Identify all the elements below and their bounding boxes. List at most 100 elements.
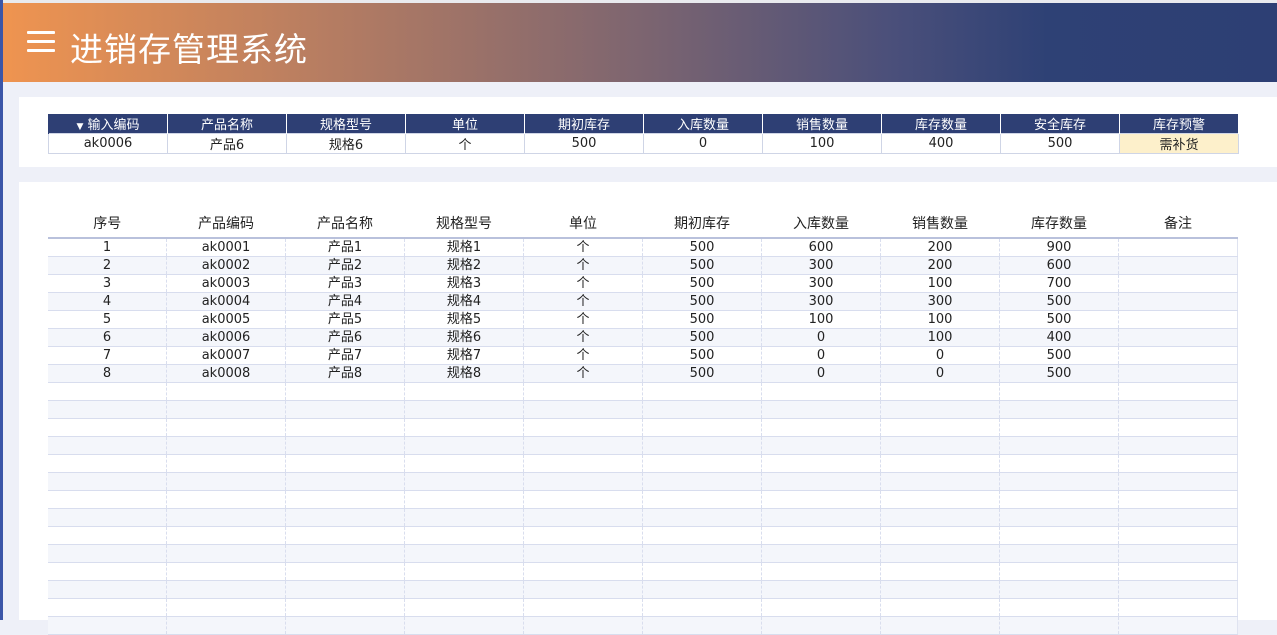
empty-cell[interactable] xyxy=(166,616,286,635)
empty-cell[interactable] xyxy=(166,562,286,581)
empty-cell[interactable] xyxy=(761,580,881,599)
table-cell[interactable]: 产品4 xyxy=(285,292,405,311)
empty-cell[interactable] xyxy=(642,382,762,401)
empty-cell[interactable] xyxy=(761,508,881,527)
table-cell[interactable]: 规格5 xyxy=(404,310,524,329)
empty-cell[interactable] xyxy=(285,472,405,491)
table-cell[interactable]: 100 xyxy=(880,328,1000,347)
empty-cell[interactable] xyxy=(999,418,1119,437)
empty-cell[interactable] xyxy=(642,616,762,635)
table-cell[interactable]: 600 xyxy=(999,256,1119,275)
empty-cell[interactable] xyxy=(880,490,1000,509)
empty-cell[interactable] xyxy=(404,436,524,455)
table-cell[interactable]: 500 xyxy=(642,328,762,347)
table-cell[interactable]: 200 xyxy=(880,238,1000,257)
empty-cell[interactable] xyxy=(48,598,167,617)
table-cell[interactable]: 8 xyxy=(48,364,167,383)
empty-cell[interactable] xyxy=(166,382,286,401)
table-cell[interactable]: ak0002 xyxy=(166,256,286,275)
empty-cell[interactable] xyxy=(1118,580,1238,599)
empty-cell[interactable] xyxy=(642,418,762,437)
table-cell[interactable] xyxy=(1118,292,1238,311)
table-cell[interactable] xyxy=(1118,238,1238,257)
empty-cell[interactable] xyxy=(1118,508,1238,527)
empty-cell[interactable] xyxy=(523,418,643,437)
empty-cell[interactable] xyxy=(999,562,1119,581)
table-cell[interactable]: 300 xyxy=(761,256,881,275)
empty-cell[interactable] xyxy=(642,472,762,491)
table-cell[interactable]: 100 xyxy=(880,274,1000,293)
empty-cell[interactable] xyxy=(999,526,1119,545)
empty-cell[interactable] xyxy=(999,580,1119,599)
table-cell[interactable]: 0 xyxy=(880,346,1000,365)
empty-cell[interactable] xyxy=(761,490,881,509)
table-cell[interactable]: 500 xyxy=(642,274,762,293)
table-cell[interactable]: 规格1 xyxy=(404,238,524,257)
empty-cell[interactable] xyxy=(166,526,286,545)
empty-cell[interactable] xyxy=(48,508,167,527)
empty-cell[interactable] xyxy=(285,382,405,401)
empty-cell[interactable] xyxy=(523,616,643,635)
empty-cell[interactable] xyxy=(642,598,762,617)
empty-cell[interactable] xyxy=(1118,454,1238,473)
table-cell[interactable]: 700 xyxy=(999,274,1119,293)
empty-cell[interactable] xyxy=(642,454,762,473)
empty-cell[interactable] xyxy=(404,400,524,419)
dropdown-arrow-icon[interactable]: ▼ xyxy=(77,122,84,132)
empty-cell[interactable] xyxy=(404,616,524,635)
table-cell[interactable]: 规格8 xyxy=(404,364,524,383)
empty-cell[interactable] xyxy=(404,490,524,509)
empty-cell[interactable] xyxy=(285,580,405,599)
empty-cell[interactable] xyxy=(285,400,405,419)
empty-cell[interactable] xyxy=(285,526,405,545)
empty-cell[interactable] xyxy=(642,400,762,419)
table-cell[interactable]: 500 xyxy=(642,346,762,365)
table-cell[interactable]: 100 xyxy=(761,310,881,329)
empty-cell[interactable] xyxy=(166,508,286,527)
table-cell[interactable]: 3 xyxy=(48,274,167,293)
empty-cell[interactable] xyxy=(285,418,405,437)
table-cell[interactable]: 500 xyxy=(642,364,762,383)
table-cell[interactable]: 300 xyxy=(880,292,1000,311)
empty-cell[interactable] xyxy=(523,598,643,617)
empty-cell[interactable] xyxy=(999,382,1119,401)
empty-cell[interactable] xyxy=(999,472,1119,491)
table-cell[interactable]: ak0008 xyxy=(166,364,286,383)
empty-cell[interactable] xyxy=(285,508,405,527)
empty-cell[interactable] xyxy=(404,598,524,617)
empty-cell[interactable] xyxy=(166,472,286,491)
table-cell[interactable]: 1 xyxy=(48,238,167,257)
empty-cell[interactable] xyxy=(642,544,762,563)
empty-cell[interactable] xyxy=(523,454,643,473)
table-cell[interactable]: 0 xyxy=(880,364,1000,383)
empty-cell[interactable] xyxy=(1118,616,1238,635)
empty-cell[interactable] xyxy=(166,418,286,437)
empty-cell[interactable] xyxy=(761,562,881,581)
table-cell[interactable] xyxy=(1118,364,1238,383)
table-cell[interactable]: 100 xyxy=(880,310,1000,329)
empty-cell[interactable] xyxy=(999,616,1119,635)
empty-cell[interactable] xyxy=(642,508,762,527)
table-cell[interactable]: ak0006 xyxy=(166,328,286,347)
empty-cell[interactable] xyxy=(523,490,643,509)
empty-cell[interactable] xyxy=(48,580,167,599)
empty-cell[interactable] xyxy=(48,544,167,563)
table-cell[interactable]: 400 xyxy=(999,328,1119,347)
empty-cell[interactable] xyxy=(761,454,881,473)
hamburger-menu-icon[interactable] xyxy=(27,31,55,55)
empty-cell[interactable] xyxy=(1118,562,1238,581)
empty-cell[interactable] xyxy=(285,544,405,563)
table-cell[interactable] xyxy=(1118,274,1238,293)
table-cell[interactable]: 个 xyxy=(523,328,643,347)
empty-cell[interactable] xyxy=(999,598,1119,617)
empty-cell[interactable] xyxy=(48,418,167,437)
empty-cell[interactable] xyxy=(999,544,1119,563)
table-cell[interactable] xyxy=(1118,346,1238,365)
empty-cell[interactable] xyxy=(404,472,524,491)
table-cell[interactable]: 规格7 xyxy=(404,346,524,365)
empty-cell[interactable] xyxy=(1118,490,1238,509)
table-cell[interactable]: 500 xyxy=(642,256,762,275)
table-cell[interactable]: 500 xyxy=(642,238,762,257)
table-cell[interactable]: 个 xyxy=(523,238,643,257)
empty-cell[interactable] xyxy=(642,526,762,545)
